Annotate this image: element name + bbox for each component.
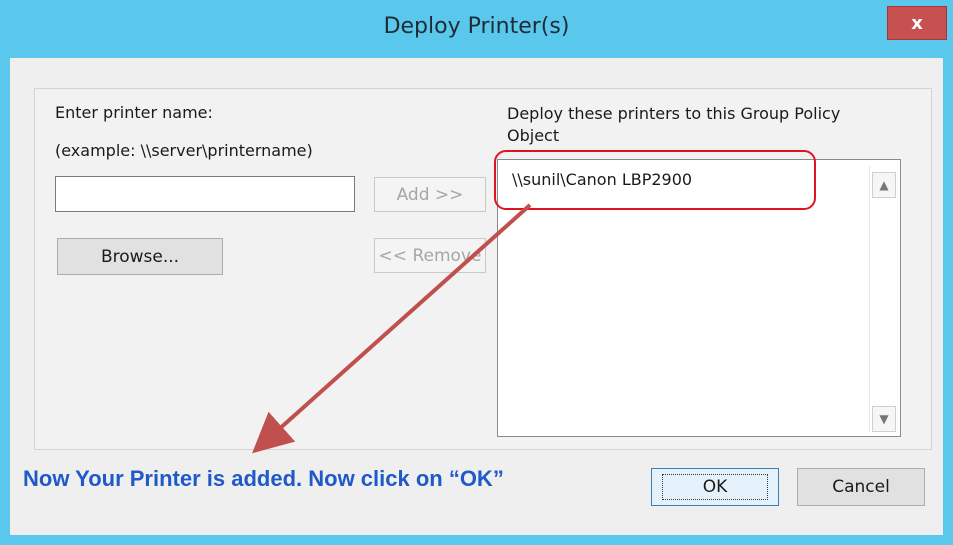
dialog-window: Deploy Printer(s) x Enter printer name: … <box>0 0 953 545</box>
annotation-arrow <box>252 203 532 454</box>
